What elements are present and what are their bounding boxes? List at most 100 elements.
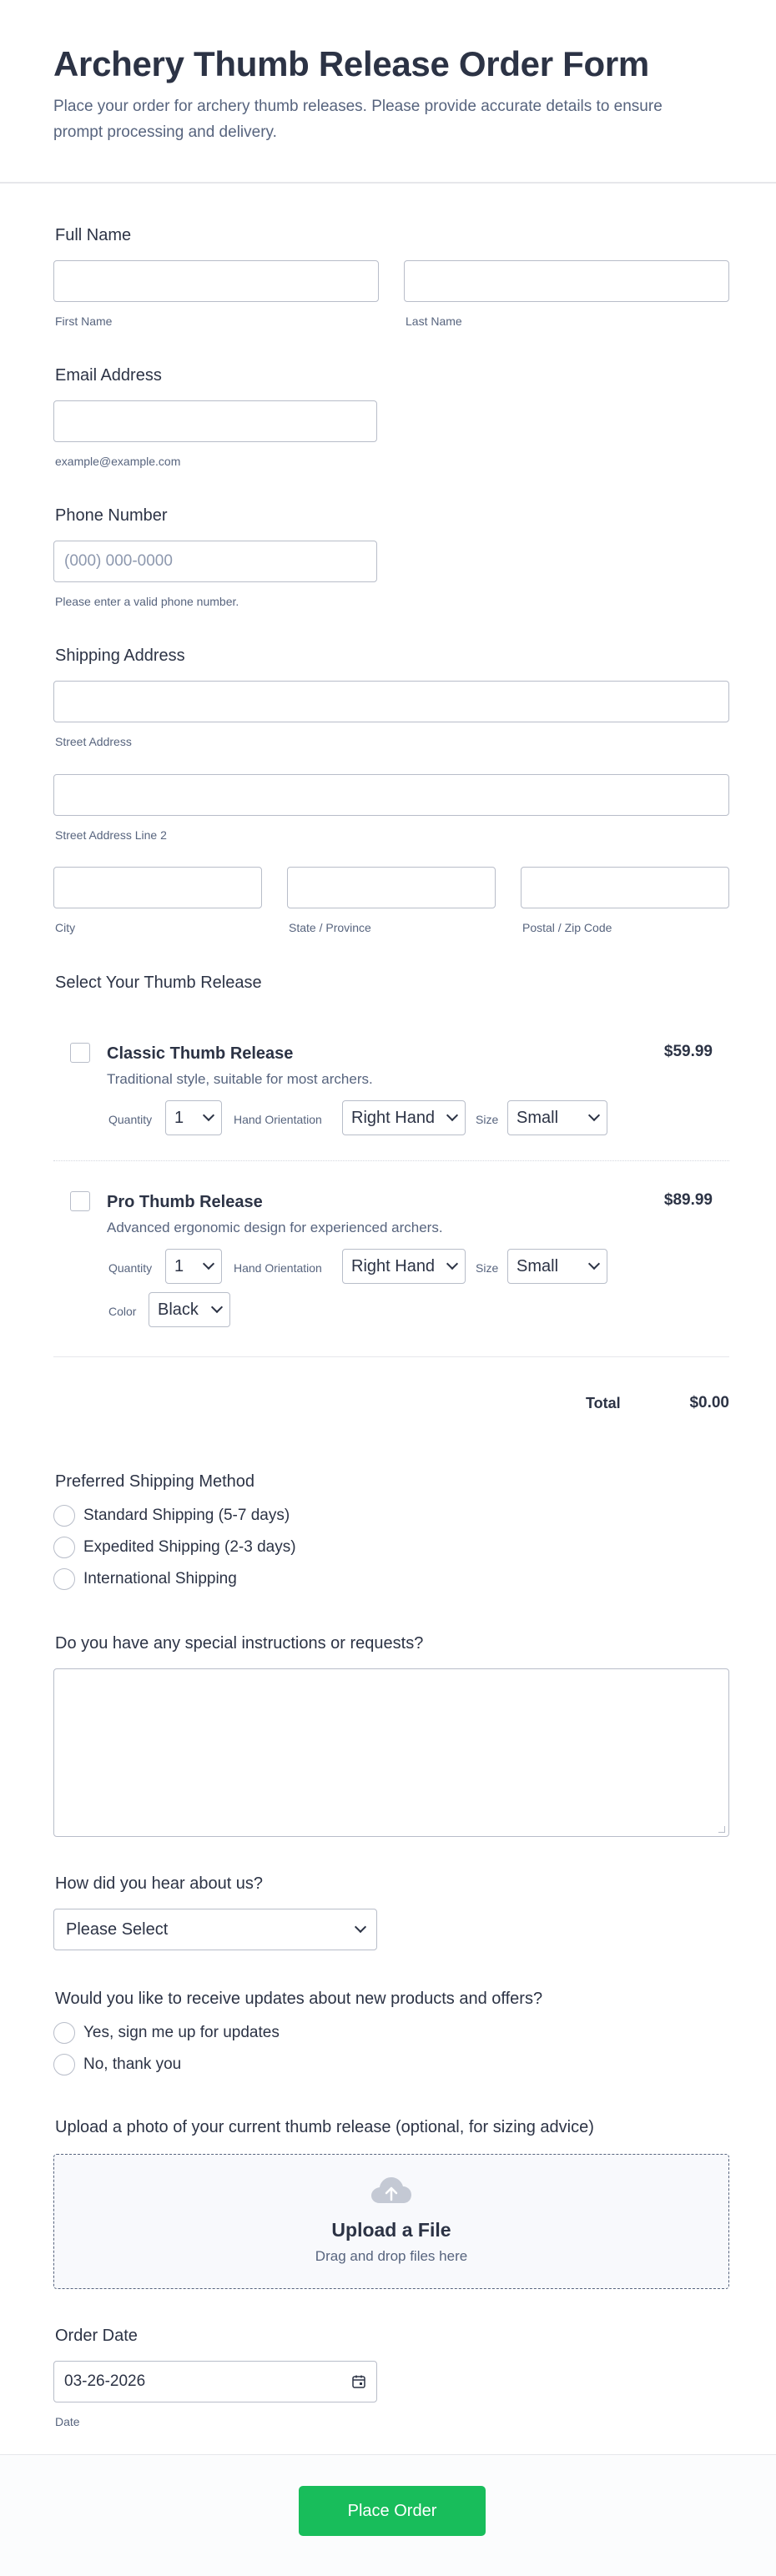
hand-orientation-select[interactable]: Right Hand — [342, 1249, 466, 1284]
radio-button[interactable] — [53, 2054, 75, 2075]
shipping-address-section: Shipping Address Street Address Street A… — [53, 646, 729, 956]
order-date-sublabel: Date — [55, 2415, 80, 2428]
phone-placeholder: (000) 000-0000 — [64, 552, 173, 570]
city-input[interactable] — [53, 867, 262, 908]
street-address-input[interactable] — [53, 681, 729, 722]
updates-option-yes[interactable]: Yes, sign me up for updates — [53, 2017, 729, 2049]
email-sublabel: example@example.com — [55, 455, 181, 468]
file-upload-dropzone[interactable]: Upload a File Drag and drop files here — [53, 2154, 729, 2289]
city-sublabel: City — [55, 921, 76, 934]
form-footer: Place Order — [0, 2454, 776, 2576]
quantity-label: Quantity — [108, 1261, 153, 1275]
first-name-sublabel: First Name — [55, 314, 113, 328]
shipping-option-expedited[interactable]: Expedited Shipping (2-3 days) — [53, 1532, 729, 1563]
hand-orientation-value: Right Hand — [351, 1108, 436, 1127]
phone-label: Phone Number — [55, 506, 168, 525]
calendar-icon[interactable] — [351, 2374, 366, 2389]
chevron-down-icon — [210, 1301, 224, 1314]
instructions-textarea[interactable] — [53, 1668, 729, 1837]
shipping-option-international[interactable]: International Shipping — [53, 1563, 729, 1595]
radio-label: Expedited Shipping (2-3 days) — [83, 1538, 296, 1556]
resize-handle-icon[interactable] — [718, 1826, 725, 1833]
color-label: Color — [108, 1305, 137, 1318]
product-pro-checkbox[interactable] — [70, 1191, 90, 1211]
chevron-down-icon — [587, 1109, 601, 1122]
street-address-2-input[interactable] — [53, 774, 729, 816]
last-name-input[interactable] — [404, 260, 729, 302]
hand-orientation-label: Hand Orientation — [234, 1261, 322, 1275]
product-description: Advanced ergonomic design for experience… — [107, 1220, 443, 1235]
quantity-select[interactable]: 1 — [165, 1249, 222, 1284]
full-name-section: Full Name First Name Last Name — [53, 225, 729, 335]
upload-label: Upload a photo of your current thumb rel… — [55, 2118, 594, 2136]
referral-label: How did you hear about us? — [55, 1874, 264, 1893]
order-date-input[interactable]: 03-26-2026 — [53, 2361, 377, 2402]
chevron-down-icon — [446, 1109, 459, 1122]
last-name-sublabel: Last Name — [406, 314, 462, 328]
referral-section: How did you hear about us? Please Select — [53, 1874, 729, 1950]
products-section: Select Your Thumb Release — [53, 973, 729, 993]
updates-label: Would you like to receive updates about … — [55, 1990, 543, 2008]
order-date-section: Order Date 03-26-2026 Date — [53, 2326, 729, 2436]
radio-label: International Shipping — [83, 1570, 237, 1587]
product-classic: Classic Thumb Release $59.99 Traditional… — [53, 1034, 729, 1160]
cloud-upload-icon — [371, 2177, 411, 2203]
referral-select[interactable]: Please Select — [53, 1909, 377, 1950]
chevron-down-icon — [446, 1257, 459, 1270]
phone-input[interactable]: (000) 000-0000 — [53, 541, 377, 582]
size-select[interactable]: Small — [507, 1100, 607, 1135]
state-input[interactable] — [287, 867, 496, 908]
upload-title: Upload a File — [331, 2219, 451, 2241]
quantity-value: 1 — [174, 1256, 184, 1275]
product-price: $59.99 — [663, 1043, 713, 1060]
place-order-button[interactable]: Place Order — [299, 2486, 486, 2536]
chevron-down-icon — [202, 1257, 215, 1270]
products-total-divider — [53, 1356, 729, 1357]
hand-orientation-label: Hand Orientation — [234, 1113, 322, 1126]
full-name-label: Full Name — [55, 226, 132, 244]
updates-section: Would you like to receive updates about … — [53, 1989, 729, 2080]
product-description: Traditional style, suitable for most arc… — [107, 1071, 373, 1087]
size-label: Size — [476, 1261, 499, 1275]
size-value: Small — [516, 1108, 559, 1127]
radio-button[interactable] — [53, 1537, 75, 1558]
product-pro: Pro Thumb Release $89.99 Advanced ergono… — [53, 1183, 729, 1350]
radio-button[interactable] — [53, 1505, 75, 1527]
zip-input[interactable] — [521, 867, 729, 908]
upload-section: Upload a photo of your current thumb rel… — [53, 2117, 729, 2137]
radio-button[interactable] — [53, 1568, 75, 1590]
street-address-sublabel: Street Address — [55, 735, 132, 748]
shipping-option-standard[interactable]: Standard Shipping (5-7 days) — [53, 1500, 729, 1532]
color-select[interactable]: Black — [149, 1292, 230, 1327]
first-name-input[interactable] — [53, 260, 379, 302]
order-date-value: 03-26-2026 — [64, 2372, 146, 2390]
size-select[interactable]: Small — [507, 1249, 607, 1284]
shipping-method-label: Preferred Shipping Method — [55, 1472, 255, 1491]
street-address-2-sublabel: Street Address Line 2 — [55, 828, 167, 842]
radio-button[interactable] — [53, 2022, 75, 2044]
shipping-address-label: Shipping Address — [55, 647, 185, 665]
size-value: Small — [516, 1256, 559, 1275]
form-header: Archery Thumb Release Order Form Place y… — [0, 0, 776, 184]
quantity-value: 1 — [174, 1108, 184, 1127]
email-input[interactable] — [53, 400, 377, 442]
upload-subtitle: Drag and drop files here — [315, 2248, 468, 2264]
color-value: Black — [158, 1300, 199, 1319]
quantity-select[interactable]: 1 — [165, 1100, 222, 1135]
radio-label: Standard Shipping (5-7 days) — [83, 1507, 290, 1524]
quantity-label: Quantity — [108, 1113, 153, 1126]
email-section: Email Address example@example.com — [53, 365, 729, 475]
zip-sublabel: Postal / Zip Code — [522, 921, 612, 934]
radio-label: Yes, sign me up for updates — [83, 2024, 280, 2041]
radio-label: No, thank you — [83, 2055, 182, 2073]
total-value: $0.00 — [689, 1394, 729, 1411]
updates-option-no[interactable]: No, thank you — [53, 2049, 729, 2080]
form-description: Place your order for archery thumb relea… — [53, 98, 663, 141]
size-label: Size — [476, 1113, 499, 1126]
product-classic-checkbox[interactable] — [70, 1043, 90, 1063]
form-page: Archery Thumb Release Order Form Place y… — [0, 0, 776, 2576]
phone-section: Phone Number (000) 000-0000 Please enter… — [53, 506, 729, 616]
state-sublabel: State / Province — [289, 921, 371, 934]
total-label: Total — [586, 1395, 621, 1411]
hand-orientation-select[interactable]: Right Hand — [342, 1100, 466, 1135]
